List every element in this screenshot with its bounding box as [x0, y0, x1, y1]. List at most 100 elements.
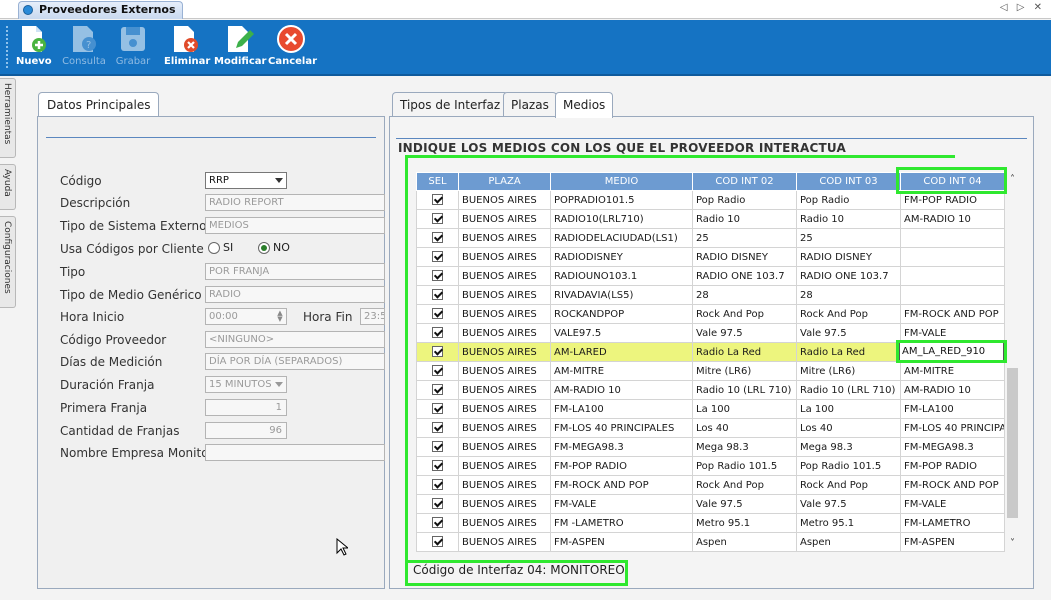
- medio-cell[interactable]: FM-LA100: [550, 399, 693, 419]
- table-row[interactable]: BUENOS AIRES AM-MITRE Mitre (LR6) Mitre (LR…: [416, 361, 1005, 381]
- plaza-cell[interactable]: BUENOS AIRES: [458, 228, 551, 248]
- plaza-cell[interactable]: BUENOS AIRES: [458, 513, 551, 533]
- plaza-cell[interactable]: BUENOS AIRES: [458, 494, 551, 514]
- cod-int-02-cell[interactable]: Vale 97.5: [692, 323, 797, 343]
- sel-cell[interactable]: [416, 323, 459, 343]
- cod-int-03-cell[interactable]: Radio La Red: [796, 342, 901, 362]
- tipo-sistema-field[interactable]: MEDIOS: [205, 217, 385, 234]
- cod-int-04-cell[interactable]: FM-MEGA98.3: [900, 437, 1005, 457]
- table-row[interactable]: BUENOS AIRES FM-LA100 La 100 La 100 FM-LA100: [416, 399, 1005, 419]
- cod-int-04-cell[interactable]: [900, 266, 1005, 286]
- medio-cell[interactable]: POPRADIO101.5: [550, 190, 693, 210]
- cod-int-02-cell[interactable]: Rock And Pop: [692, 475, 797, 495]
- medio-cell[interactable]: FM-ROCK AND POP: [550, 475, 693, 495]
- plaza-cell[interactable]: BUENOS AIRES: [458, 342, 551, 362]
- radio-si[interactable]: [208, 242, 220, 254]
- plaza-cell[interactable]: BUENOS AIRES: [458, 323, 551, 343]
- sel-cell[interactable]: [416, 285, 459, 305]
- sel-cell[interactable]: [416, 437, 459, 457]
- radio-no[interactable]: [258, 242, 270, 254]
- hora-inicio-field[interactable]: 00:00 ▲ ▼: [205, 308, 287, 325]
- plaza-cell[interactable]: BUENOS AIRES: [458, 532, 551, 552]
- side-tab-ayuda[interactable]: Ayuda: [0, 164, 16, 210]
- cod-int-03-cell[interactable]: Pop Radio: [796, 190, 901, 210]
- cod-int-02-cell[interactable]: Radio La Red: [692, 342, 797, 362]
- medio-cell[interactable]: FM -LAMETRO: [550, 513, 693, 533]
- scroll-down-icon[interactable]: ˅: [1007, 538, 1018, 550]
- cod-int-03-cell[interactable]: Vale 97.5: [796, 323, 901, 343]
- table-row[interactable]: BUENOS AIRES RADIODISNEY RADIO DISNEY RADIO…: [416, 247, 1005, 267]
- row-checkbox[interactable]: [432, 346, 443, 358]
- sel-cell[interactable]: [416, 304, 459, 324]
- medio-cell[interactable]: FM-VALE: [550, 494, 693, 514]
- row-checkbox[interactable]: [432, 232, 443, 244]
- hora-fin-field[interactable]: 23:5: [360, 308, 385, 325]
- cod-int-02-cell[interactable]: Vale 97.5: [692, 494, 797, 514]
- cod-int-03-cell[interactable]: 28: [796, 285, 901, 305]
- column-header-cod-int-02[interactable]: COD INT 02: [692, 172, 797, 191]
- table-row[interactable]: BUENOS AIRES FM-POP RADIO Pop Radio 101.5 P…: [416, 456, 1005, 476]
- cod-int-03-cell[interactable]: Aspen: [796, 532, 901, 552]
- tab-tipos-interfaz[interactable]: Tipos de Interfaz: [392, 92, 509, 117]
- sel-cell[interactable]: [416, 228, 459, 248]
- consulta-button[interactable]: ? Consulta: [62, 22, 106, 74]
- plaza-cell[interactable]: BUENOS AIRES: [458, 304, 551, 324]
- spinner-icon[interactable]: ▲ ▼: [275, 310, 285, 323]
- cod-int-04-edit-input[interactable]: AM_LA_RED_910: [899, 342, 1004, 361]
- row-checkbox[interactable]: [432, 498, 443, 510]
- medio-cell[interactable]: AM-LARED: [550, 342, 693, 362]
- table-row[interactable]: BUENOS AIRES FM-LOS 40 PRINCIPALES Los 40 L…: [416, 418, 1005, 438]
- cod-int-03-cell[interactable]: RADIO ONE 103.7: [796, 266, 901, 286]
- row-checkbox[interactable]: [432, 308, 443, 320]
- cod-int-02-cell[interactable]: La 100: [692, 399, 797, 419]
- codigo-select[interactable]: RRP: [205, 172, 287, 189]
- side-tab-configuraciones[interactable]: Configuraciones: [0, 216, 16, 308]
- medio-cell[interactable]: FM-LOS 40 PRINCIPALES: [550, 418, 693, 438]
- sel-cell[interactable]: [416, 475, 459, 495]
- sel-cell[interactable]: [416, 399, 459, 419]
- column-header-cod-int-04[interactable]: COD INT 04: [900, 172, 1005, 191]
- row-checkbox[interactable]: [432, 403, 443, 415]
- table-row[interactable]: BUENOS AIRES FM-VALE Vale 97.5 Vale 97.5 FM-…: [416, 494, 1005, 514]
- cod-int-04-cell[interactable]: AM-RADIO 10: [900, 380, 1005, 400]
- primera-franja-field[interactable]: 1: [205, 399, 287, 416]
- cod-int-03-cell[interactable]: Radio 10: [796, 209, 901, 229]
- row-checkbox[interactable]: [432, 289, 443, 301]
- row-checkbox[interactable]: [432, 479, 443, 491]
- table-row[interactable]: BUENOS AIRES FM-MEGA98.3 Mega 98.3 Mega 98.…: [416, 437, 1005, 457]
- descripcion-field[interactable]: RADIO REPORT: [205, 194, 385, 211]
- cod-int-02-cell[interactable]: Los 40: [692, 418, 797, 438]
- nombre-empresa-field[interactable]: [205, 444, 385, 461]
- cod-int-02-cell[interactable]: RADIO DISNEY: [692, 247, 797, 267]
- grabar-button[interactable]: Grabar: [113, 22, 153, 74]
- codigo-proveedor-field[interactable]: <NINGUNO>: [205, 331, 385, 348]
- plaza-cell[interactable]: BUENOS AIRES: [458, 285, 551, 305]
- dias-medicion-field[interactable]: DÍA POR DÍA (SEPARADOS): [205, 353, 385, 370]
- medio-cell[interactable]: ROCKANDPOP: [550, 304, 693, 324]
- column-header-cod-int-03[interactable]: COD INT 03: [796, 172, 901, 191]
- cod-int-02-cell[interactable]: RADIO ONE 103.7: [692, 266, 797, 286]
- medio-cell[interactable]: FM-POP RADIO: [550, 456, 693, 476]
- tab-plazas[interactable]: Plazas: [503, 92, 557, 117]
- table-row[interactable]: BUENOS AIRES POPRADIO101.5 Pop Radio Pop Ra…: [416, 190, 1005, 210]
- cod-int-02-cell[interactable]: Rock And Pop: [692, 304, 797, 324]
- plaza-cell[interactable]: BUENOS AIRES: [458, 190, 551, 210]
- sel-cell[interactable]: [416, 532, 459, 552]
- sel-cell[interactable]: [416, 266, 459, 286]
- cod-int-04-cell[interactable]: AM-MITRE: [900, 361, 1005, 381]
- cod-int-02-cell[interactable]: Pop Radio: [692, 190, 797, 210]
- cod-int-03-cell[interactable]: Radio 10 (LRL 710): [796, 380, 901, 400]
- sel-cell[interactable]: [416, 342, 459, 362]
- row-checkbox[interactable]: [432, 327, 443, 339]
- window-controls[interactable]: ◁ ▷ ✕: [1000, 2, 1045, 13]
- cod-int-03-cell[interactable]: RADIO DISNEY: [796, 247, 901, 267]
- cod-int-04-cell[interactable]: FM-VALE: [900, 323, 1005, 343]
- row-checkbox[interactable]: [432, 460, 443, 472]
- cod-int-04-cell[interactable]: FM-POP RADIO: [900, 190, 1005, 210]
- tipo-medio-field[interactable]: RADIO: [205, 286, 385, 303]
- medio-cell[interactable]: RADIOUNO103.1: [550, 266, 693, 286]
- table-row[interactable]: BUENOS AIRES RADIODELACIUDAD(LS1) 25 25: [416, 228, 1005, 248]
- cod-int-04-cell[interactable]: FM-LAMETRO: [900, 513, 1005, 533]
- table-row[interactable]: BUENOS AIRES RADIO10(LRL710) Radio 10 Radio…: [416, 209, 1005, 229]
- row-checkbox[interactable]: [432, 251, 443, 263]
